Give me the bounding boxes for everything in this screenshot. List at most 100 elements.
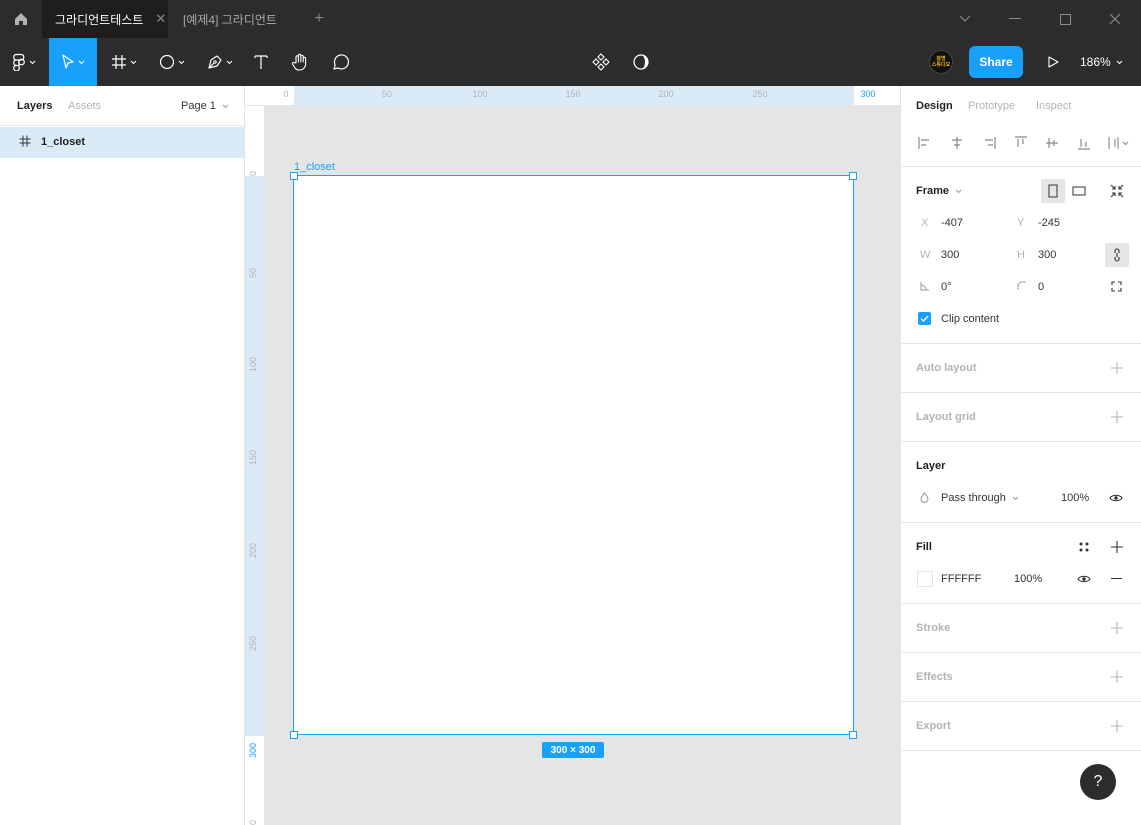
ruler-horizontal[interactable]: 0 50 100 150 200 250 300 xyxy=(245,86,900,106)
effects-section: Effects xyxy=(901,653,1141,702)
frame-1-closet[interactable] xyxy=(293,175,854,735)
resize-handle-top-right[interactable] xyxy=(849,172,857,180)
independent-corners-icon[interactable] xyxy=(1111,281,1122,295)
ruler-vertical[interactable]: 0 50 100 150 200 250 300 0 xyxy=(245,106,265,825)
hand-icon xyxy=(291,53,307,71)
ruler-label: 250 xyxy=(752,89,768,99)
zoom-dropdown[interactable]: 186% xyxy=(1080,38,1123,86)
height-input[interactable]: 300 xyxy=(1038,249,1056,261)
section-title: Auto layout xyxy=(916,362,977,374)
tab-assets[interactable]: Assets xyxy=(68,100,101,112)
tab-design[interactable]: Design xyxy=(916,100,953,112)
avatar[interactable]: 광명 스튜디오 xyxy=(929,50,953,74)
layer-row[interactable]: 1_closet xyxy=(0,127,244,158)
layer-opacity-input[interactable]: 100% xyxy=(1061,492,1089,504)
alignment-toolbar xyxy=(901,126,1141,167)
close-tab-icon[interactable]: ✕ xyxy=(155,11,166,27)
help-button[interactable]: ? xyxy=(1080,764,1116,800)
add-stroke-icon[interactable] xyxy=(1111,622,1123,634)
fill-opacity-input[interactable]: 100% xyxy=(1014,573,1042,585)
align-bottom-icon[interactable] xyxy=(1075,134,1093,152)
constrain-proportions-icon[interactable] xyxy=(1105,243,1129,267)
fill-color-swatch[interactable] xyxy=(917,571,933,587)
section-title: Layer xyxy=(916,460,946,472)
main-menu-button[interactable] xyxy=(0,38,48,86)
align-top-icon[interactable] xyxy=(1012,134,1030,152)
layout-grid-section: Layout grid xyxy=(901,393,1141,442)
add-export-icon[interactable] xyxy=(1111,720,1123,732)
align-horizontal-center-icon[interactable] xyxy=(948,134,966,152)
add-auto-layout-icon[interactable] xyxy=(1111,362,1123,374)
size-badge: 300 × 300 xyxy=(542,742,604,758)
add-tab-button[interactable]: + xyxy=(306,0,332,38)
ruler-label: 50 xyxy=(381,89,393,99)
text-icon xyxy=(254,55,268,69)
chevron-down-icon xyxy=(222,104,229,109)
maximize-icon[interactable] xyxy=(1040,0,1090,38)
shape-tool-button[interactable] xyxy=(149,38,195,86)
pen-tool-button[interactable] xyxy=(197,38,243,86)
add-fill-icon[interactable] xyxy=(1111,541,1123,553)
portrait-orientation-icon[interactable] xyxy=(1041,179,1065,203)
close-window-icon[interactable] xyxy=(1090,0,1140,38)
ruler-label: 0 xyxy=(283,89,289,99)
eye-icon[interactable] xyxy=(1109,492,1123,506)
share-button[interactable]: Share xyxy=(969,46,1023,78)
frame-tool-button[interactable] xyxy=(101,38,147,86)
fill-hex-input[interactable]: FFFFFF xyxy=(941,573,981,585)
frame-title-dropdown[interactable]: Frame xyxy=(916,185,962,197)
present-button[interactable] xyxy=(1037,38,1069,86)
rotation-icon xyxy=(920,280,930,294)
style-grid-icon[interactable] xyxy=(1078,541,1090,556)
remove-fill-icon[interactable] xyxy=(1111,578,1122,579)
align-vertical-center-icon[interactable] xyxy=(1043,134,1061,152)
corner-radius-icon xyxy=(1017,280,1027,294)
distribute-icon[interactable] xyxy=(1106,134,1132,152)
add-effect-icon[interactable] xyxy=(1111,671,1123,683)
ruler-label: 200 xyxy=(658,89,674,99)
ruler-label: 0 xyxy=(248,170,258,176)
resize-handle-top-left[interactable] xyxy=(290,172,298,180)
frame-label[interactable]: 1_closet xyxy=(294,161,335,173)
add-layout-grid-icon[interactable] xyxy=(1111,411,1123,423)
components-icon xyxy=(592,53,610,71)
align-right-icon[interactable] xyxy=(980,134,998,152)
play-icon xyxy=(1048,56,1059,68)
components-button[interactable] xyxy=(585,38,617,86)
chevron-down-icon[interactable] xyxy=(940,0,990,38)
blend-mode-icon xyxy=(920,492,929,506)
checkmark-icon xyxy=(920,315,929,322)
resize-to-fit-icon[interactable] xyxy=(1105,179,1129,203)
blend-mode-dropdown[interactable]: Pass through xyxy=(941,492,1019,504)
landscape-orientation-icon[interactable] xyxy=(1067,179,1091,203)
home-icon[interactable] xyxy=(0,0,42,38)
properties-panel: Design Prototype Inspect Frame X -407 Y … xyxy=(900,86,1141,825)
text-tool-button[interactable] xyxy=(245,38,277,86)
clip-content-checkbox[interactable] xyxy=(918,312,931,325)
eye-icon[interactable] xyxy=(1077,573,1091,587)
tab-layers[interactable]: Layers xyxy=(17,100,52,112)
corner-radius-input[interactable]: 0 xyxy=(1038,281,1044,293)
hand-tool-button[interactable] xyxy=(284,38,316,86)
w-label: W xyxy=(920,249,931,261)
comment-tool-button[interactable] xyxy=(324,38,356,86)
tab-prototype[interactable]: Prototype xyxy=(968,100,1015,112)
resize-handle-bottom-right[interactable] xyxy=(849,731,857,739)
tab-inspect[interactable]: Inspect xyxy=(1036,100,1071,112)
page-selector[interactable]: Page 1 xyxy=(181,100,229,112)
align-left-icon[interactable] xyxy=(916,134,934,152)
minimize-icon[interactable] xyxy=(990,0,1040,38)
move-tool-button[interactable] xyxy=(49,38,97,86)
x-input[interactable]: -407 xyxy=(941,217,963,229)
rotation-input[interactable]: 0° xyxy=(941,281,952,293)
ruler-label: 150 xyxy=(565,89,581,99)
ruler-label: 0 xyxy=(248,819,258,825)
ruler-label: 300 xyxy=(248,742,258,758)
width-input[interactable]: 300 xyxy=(941,249,959,261)
tab-file-example4[interactable]: [예제4] 그라디언트 xyxy=(168,0,298,38)
tab-file-gradient-test[interactable]: 그라디언트테스트 ✕ xyxy=(42,0,168,38)
resize-handle-bottom-left[interactable] xyxy=(290,731,298,739)
ruler-label: 50 xyxy=(248,267,258,278)
contrast-button[interactable] xyxy=(625,38,657,86)
y-input[interactable]: -245 xyxy=(1038,217,1060,229)
